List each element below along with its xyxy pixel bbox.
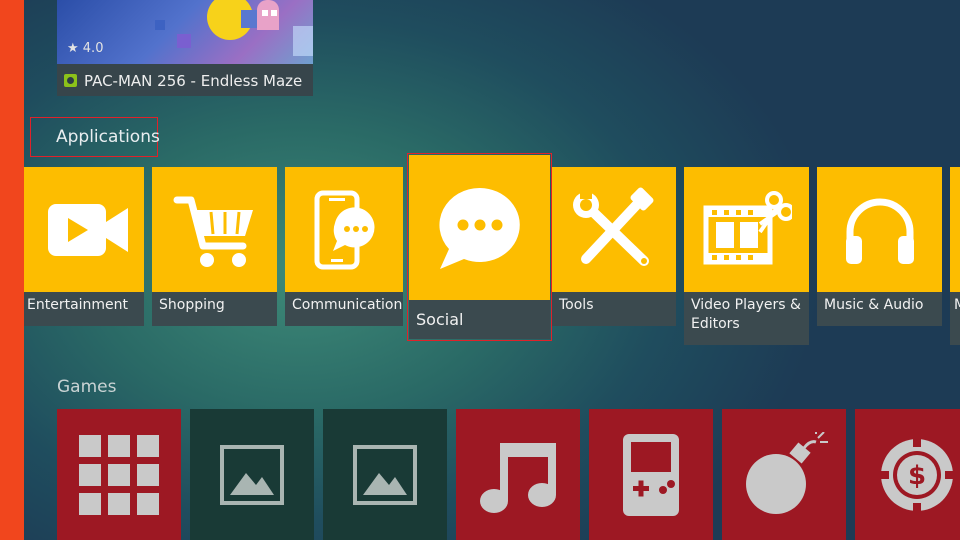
category-label: Social	[409, 300, 550, 339]
headphones-icon	[845, 198, 914, 264]
game-tile[interactable]	[722, 409, 846, 540]
category-tile-partial[interactable]: M	[950, 167, 960, 345]
image-placeholder-icon	[220, 444, 284, 505]
category-label: Music & Audio	[817, 292, 942, 326]
app-badge-icon	[64, 74, 77, 87]
game-tile[interactable]	[57, 409, 181, 540]
image-placeholder-icon	[353, 444, 417, 505]
featured-app-title: PAC-MAN 256 - Endless Maze	[84, 72, 303, 90]
casino-chip-icon: $	[879, 436, 955, 513]
shopping-cart-icon	[173, 196, 253, 267]
grid-icon	[79, 434, 159, 515]
tools-icon	[573, 187, 654, 266]
featured-app-card[interactable]: ★ 4.0 PAC-MAN 256 - Endless Maze	[57, 0, 313, 96]
chat-bubble-icon	[438, 187, 520, 269]
game-tile[interactable]	[323, 409, 447, 540]
featured-app-artwork: ★ 4.0	[57, 0, 313, 64]
category-tile-social[interactable]: Social	[407, 153, 552, 341]
section-title-games[interactable]: Games	[57, 377, 116, 397]
category-tile-music-audio[interactable]: Music & Audio	[817, 167, 942, 326]
category-tile-shopping[interactable]: Shopping	[152, 167, 277, 326]
phone-chat-icon	[314, 190, 375, 269]
game-tile[interactable]: $	[855, 409, 960, 540]
category-tile-video-players[interactable]: Video Players & Editors	[684, 167, 809, 345]
category-label: M	[950, 292, 960, 345]
category-label: Shopping	[152, 292, 277, 326]
game-tile[interactable]	[589, 409, 713, 540]
bomb-icon	[746, 431, 828, 514]
category-tile-entertainment[interactable]: Entertainment	[24, 167, 144, 326]
category-label: Entertainment	[24, 292, 144, 326]
game-tile[interactable]	[190, 409, 314, 540]
category-tile-tools[interactable]: Tools	[552, 167, 676, 326]
category-tile-communication[interactable]: Communication	[285, 167, 403, 326]
category-label: Video Players & Editors	[684, 292, 809, 345]
svg-text:$: $	[908, 461, 926, 491]
gameboy-icon	[623, 433, 679, 516]
featured-app-footer: PAC-MAN 256 - Endless Maze	[57, 64, 313, 96]
section-title-applications[interactable]: Applications	[30, 117, 160, 157]
category-label: Communication	[285, 292, 403, 326]
category-label: Tools	[552, 292, 676, 326]
video-camera-icon	[48, 203, 128, 256]
film-scissors-icon	[703, 190, 792, 264]
music-note-icon	[480, 442, 556, 513]
left-accent-bar	[0, 0, 24, 540]
featured-app-rating: ★ 4.0	[67, 41, 104, 56]
game-tile[interactable]	[456, 409, 580, 540]
